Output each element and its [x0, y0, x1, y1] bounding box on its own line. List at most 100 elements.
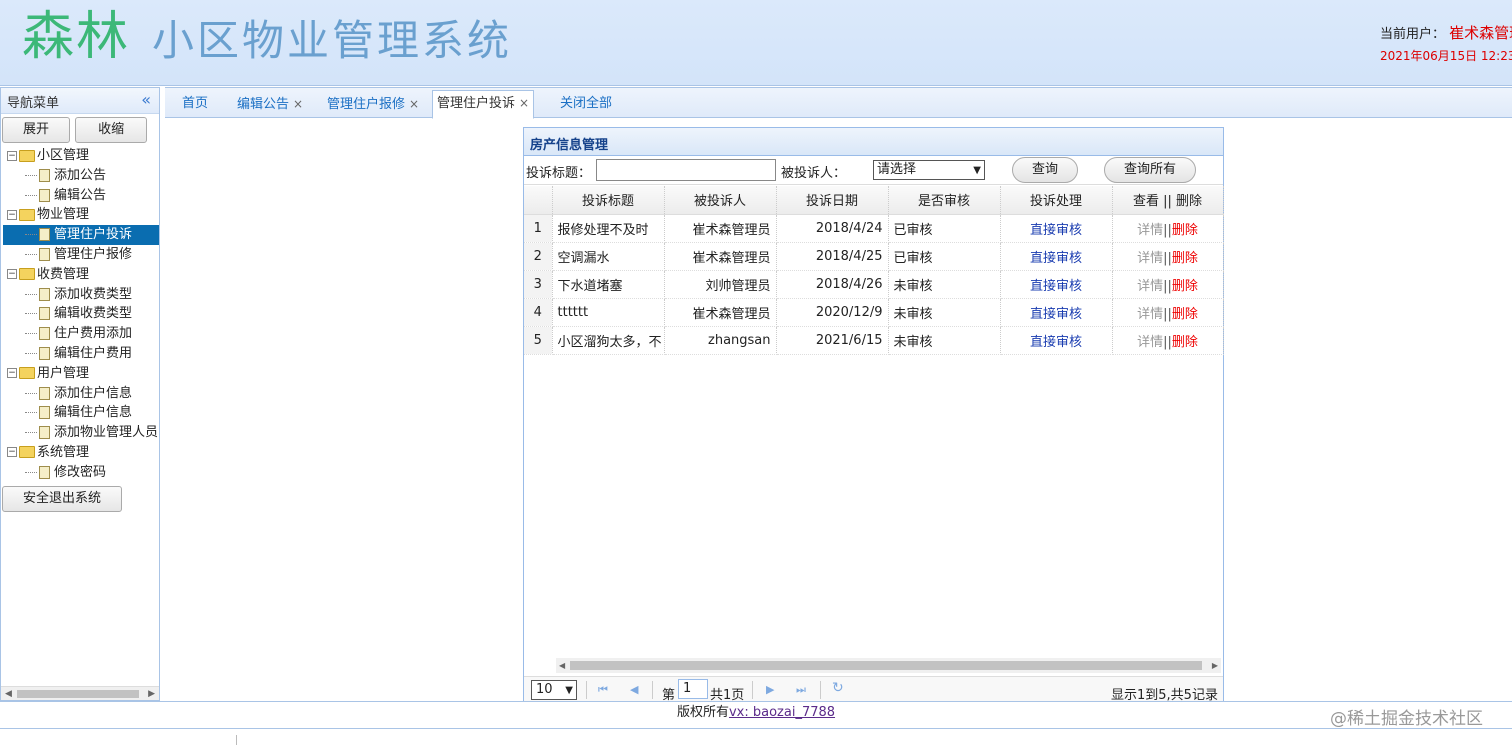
sidebar-horizontal-scrollbar[interactable]: ◀ ▶ [1, 686, 159, 700]
nav-group-users[interactable]: − 用户管理 [3, 364, 159, 384]
approve-link[interactable]: 直接审核 [1030, 251, 1082, 266]
nav-group-property[interactable]: − 物业管理 [3, 205, 159, 225]
approve-link[interactable]: 直接审核 [1030, 279, 1082, 294]
nav-item-manage-complaints[interactable]: 管理住户投诉 [3, 225, 159, 245]
delete-link[interactable]: 删除 [1172, 223, 1198, 238]
nav-group-fees[interactable]: − 收费管理 [3, 265, 159, 285]
detail-link[interactable]: 详情 [1137, 279, 1163, 294]
table-row[interactable]: 3 下水道堵塞 刘帅管理员 2018/4/26 未审核 直接审核 详情||删除 [524, 270, 1224, 299]
page-icon [39, 346, 50, 360]
column-header-target[interactable]: 被投诉人 [664, 186, 777, 215]
nav-item-edit-resident-fee[interactable]: 编辑住户费用 [3, 344, 159, 364]
collapse-toggle-icon[interactable]: − [7, 447, 17, 458]
expand-all-button[interactable]: 展开 [2, 117, 70, 143]
column-header-action[interactable]: 投诉处理 [1000, 186, 1113, 215]
collapse-toggle-icon[interactable]: − [7, 150, 17, 161]
search-button[interactable]: 查询 [1012, 157, 1078, 183]
delete-link[interactable]: 删除 [1172, 251, 1198, 266]
approve-link[interactable]: 直接审核 [1030, 223, 1082, 238]
nav-item-manage-repairs[interactable]: 管理住户报修 [3, 245, 159, 265]
folder-open-icon [19, 446, 35, 459]
nav-item-edit-fee-type[interactable]: 编辑收费类型 [3, 304, 159, 324]
nav-item-edit-resident[interactable]: 编辑住户信息 [3, 403, 159, 423]
nav-group-community[interactable]: − 小区管理 [3, 146, 159, 166]
detail-link[interactable]: 详情 [1137, 223, 1163, 238]
page-icon [39, 406, 50, 420]
cell-title: tttttt [552, 298, 665, 327]
nav-item-add-fee-type[interactable]: 添加收费类型 [3, 285, 159, 305]
nav-item-label: 添加收费类型 [54, 286, 133, 302]
contact-link[interactable]: vx: baozai_7788 [729, 705, 835, 720]
scrollbar-thumb[interactable] [570, 661, 1202, 670]
folder-open-icon [19, 367, 35, 380]
scroll-left-icon[interactable]: ◀ [559, 658, 565, 673]
approve-link[interactable]: 直接审核 [1030, 307, 1082, 322]
collapse-sidebar-icon[interactable]: « [141, 90, 151, 109]
cell-view-delete: 详情||删除 [1112, 242, 1224, 271]
panel-title: 房产信息管理 [524, 128, 1223, 156]
column-header-view-delete[interactable]: 查看 || 删除 [1112, 186, 1224, 215]
logout-button[interactable]: 安全退出系统 [2, 485, 122, 512]
nav-item-add-resident[interactable]: 添加住户信息 [3, 384, 159, 404]
cell-target: 崔术森管理员 [664, 214, 777, 243]
close-tab-icon[interactable]: × [519, 96, 529, 110]
cell-title: 小区溜狗太多，不 [552, 326, 665, 355]
nav-item-label: 添加公告 [54, 167, 107, 183]
cell-title: 报修处理不及时 [552, 214, 665, 243]
page-number-input[interactable]: 1 [678, 679, 708, 699]
collapse-toggle-icon[interactable]: − [7, 368, 17, 379]
column-header-date[interactable]: 投诉日期 [776, 186, 889, 215]
prev-page-icon[interactable]: ◀ [630, 683, 638, 696]
table-row[interactable]: 2 空调漏水 崔术森管理员 2018/4/25 已审核 直接审核 详情||删除 [524, 242, 1224, 271]
collapse-all-button[interactable]: 收缩 [75, 117, 148, 143]
page-size-select[interactable]: 10 ▼ [531, 680, 577, 700]
current-user-label: 当前用户： [1380, 27, 1446, 42]
scroll-left-icon[interactable]: ◀ [5, 687, 12, 700]
next-page-icon[interactable]: ▶ [766, 683, 774, 696]
delete-link[interactable]: 删除 [1172, 307, 1198, 322]
refresh-icon[interactable]: ↻ [832, 680, 844, 696]
nav-item-label: 编辑公告 [54, 187, 107, 203]
collapse-toggle-icon[interactable]: − [7, 269, 17, 280]
delete-link[interactable]: 删除 [1172, 335, 1198, 350]
nav-group-system[interactable]: − 系统管理 [3, 443, 159, 463]
detail-link[interactable]: 详情 [1137, 251, 1163, 266]
tab-close-all[interactable]: 关闭全部 [560, 92, 612, 119]
complaint-title-label: 投诉标题： [526, 166, 592, 181]
row-number: 1 [524, 214, 553, 243]
page-icon [39, 228, 50, 242]
table-row[interactable]: 5 小区溜狗太多，不 zhangsan 2021/6/15 未审核 直接审核 详… [524, 326, 1224, 355]
nav-item-add-notice[interactable]: 添加公告 [3, 166, 159, 186]
first-page-icon[interactable]: ⏮ [598, 683, 608, 697]
last-page-icon[interactable]: ⏭ [796, 683, 806, 697]
complained-person-select[interactable]: 请选择 ▼ [873, 160, 985, 180]
tab-manage-complaints[interactable]: 管理住户投诉 × [432, 90, 535, 119]
column-header-audited[interactable]: 是否审核 [888, 186, 1001, 215]
search-all-button[interactable]: 查询所有 [1104, 157, 1196, 183]
link-separator: || [1163, 278, 1172, 294]
tab-home[interactable]: 首页 [182, 92, 208, 119]
close-tab-icon[interactable]: × [409, 97, 419, 111]
collapse-toggle-icon[interactable]: − [7, 209, 17, 220]
detail-link[interactable]: 详情 [1137, 335, 1163, 350]
tab-manage-repairs[interactable]: 管理住户报修 × [327, 92, 419, 119]
complaint-title-input[interactable] [596, 159, 776, 181]
scroll-right-icon[interactable]: ▶ [148, 687, 155, 700]
nav-item-edit-notice[interactable]: 编辑公告 [3, 186, 159, 206]
tab-edit-notice[interactable]: 编辑公告 × [237, 92, 303, 119]
table-horizontal-scrollbar[interactable]: ◀ ▶ [556, 658, 1221, 673]
nav-item-add-resident-fee[interactable]: 住户费用添加 [3, 324, 159, 344]
scroll-right-icon[interactable]: ▶ [1212, 658, 1218, 673]
column-header-title[interactable]: 投诉标题 [552, 186, 665, 215]
detail-link[interactable]: 详情 [1137, 307, 1163, 322]
sidebar-header: 导航菜单 « [1, 88, 159, 114]
nav-group-label: 物业管理 [37, 207, 90, 223]
scrollbar-thumb[interactable] [17, 690, 139, 698]
nav-item-add-staff[interactable]: 添加物业管理人员 [3, 423, 159, 443]
close-tab-icon[interactable]: × [293, 97, 303, 111]
nav-item-change-password[interactable]: 修改密码 [3, 463, 159, 483]
table-row[interactable]: 4 tttttt 崔术森管理员 2020/12/9 未审核 直接审核 详情||删… [524, 298, 1224, 327]
table-row[interactable]: 1 报修处理不及时 崔术森管理员 2018/4/24 已审核 直接审核 详情||… [524, 214, 1224, 243]
delete-link[interactable]: 删除 [1172, 279, 1198, 294]
approve-link[interactable]: 直接审核 [1030, 335, 1082, 350]
